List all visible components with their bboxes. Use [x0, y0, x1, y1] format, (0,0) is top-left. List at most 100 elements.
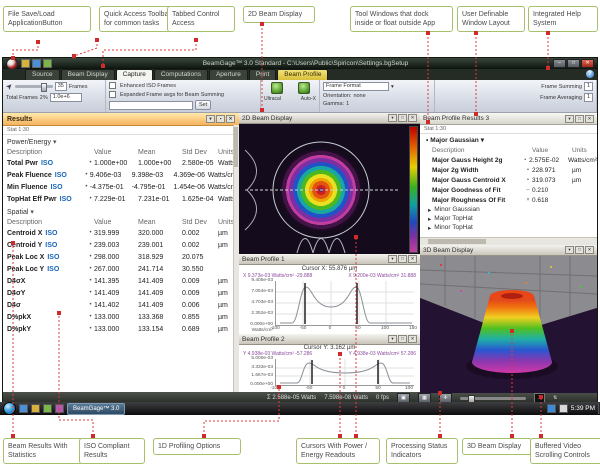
- enhanced-iso-checkbox[interactable]: [109, 82, 116, 89]
- table-row[interactable]: Centroid YISO • 239.003 239.001 0.002 µm: [3, 239, 239, 251]
- ribbon-tab[interactable]: Aperture: [209, 69, 248, 80]
- comment-field[interactable]: [109, 101, 193, 110]
- frame-format-combo[interactable]: Frame Format: [323, 82, 389, 91]
- row-bullet-icon[interactable]: •: [87, 196, 94, 202]
- collapsed-section[interactable]: ▸ Minor TopHat: [420, 223, 597, 232]
- table-row[interactable]: Centroid XISO • 319.999 320.000 0.002 µm: [3, 227, 239, 239]
- minimize-button[interactable]: –: [553, 59, 566, 68]
- row-bullet-icon[interactable]: •: [83, 172, 90, 178]
- frames-spinner[interactable]: 35: [55, 82, 67, 91]
- row-bullet-icon[interactable]: •: [87, 278, 94, 284]
- window-maximize-icon[interactable]: □: [398, 335, 407, 343]
- window-menu-icon[interactable]: ▾: [565, 115, 574, 123]
- set-button[interactable]: Set: [195, 100, 211, 110]
- window-close-icon[interactable]: ✕: [408, 114, 417, 122]
- window-menu-icon[interactable]: ▾: [388, 335, 397, 343]
- ribbon-tab[interactable]: Capture: [116, 69, 153, 80]
- results3-header[interactable]: Beam Profile Results 3 ▾ □ ✕: [420, 113, 597, 125]
- row-bullet-icon[interactable]: •: [87, 290, 94, 296]
- panel-pin-icon[interactable]: ▪: [216, 115, 225, 123]
- table-row[interactable]: Major Gauss Height 2g • 2.575E-02 Watts/…: [420, 155, 597, 165]
- profile2-titlebar[interactable]: Beam Profile 2 ▾ □ ✕: [239, 334, 420, 345]
- window-menu-icon[interactable]: ▾: [388, 255, 397, 263]
- window-close-icon[interactable]: ✕: [408, 335, 417, 343]
- 2d-beam-view[interactable]: [239, 124, 420, 255]
- auto-x-icon[interactable]: [298, 82, 310, 94]
- row-bullet-icon[interactable]: •: [87, 302, 94, 308]
- collapsed-section[interactable]: ▸ Minor Gaussian: [420, 205, 597, 214]
- panel-menu-icon[interactable]: ▾: [206, 115, 215, 123]
- quicklaunch-icon-1[interactable]: [19, 404, 28, 413]
- save-icon[interactable]: [21, 59, 30, 68]
- ribbon-tab[interactable]: Beam Display: [61, 69, 115, 80]
- row-bullet-icon[interactable]: •: [87, 160, 94, 166]
- close-button[interactable]: ✕: [581, 59, 594, 68]
- window-menu-icon[interactable]: ▾: [565, 246, 574, 254]
- table-row[interactable]: Peak FluenceISO • 9.406e-03 9.398e-03 4.…: [3, 169, 239, 181]
- quicklaunch-icon-3[interactable]: [43, 404, 52, 413]
- window-menu-icon[interactable]: ▾: [388, 114, 397, 122]
- spatial-section[interactable]: Spatial▾: [3, 205, 239, 217]
- tray-volume-icon[interactable]: [559, 404, 568, 413]
- total-frames-combo[interactable]: 1.0e+6: [50, 93, 82, 102]
- ribbon-tab[interactable]: Computations: [154, 69, 208, 80]
- power-energy-section[interactable]: Power/Energy▾: [3, 135, 239, 147]
- table-row[interactable]: Major Roughness Of Fit × 0.618: [420, 195, 597, 205]
- 2d-window-titlebar[interactable]: 2D Beam Display ▾ □ ✕: [239, 113, 420, 124]
- start-button[interactable]: [3, 402, 16, 415]
- major-gaussian-section[interactable]: • Major Gaussian ▾: [420, 134, 597, 145]
- table-row[interactable]: Total PwrISO • 1.000e+00 1.000e+00 2.580…: [3, 157, 239, 169]
- expanded-summing-checkbox[interactable]: [109, 91, 116, 98]
- maximize-button[interactable]: □: [567, 59, 580, 68]
- row-bullet-icon[interactable]: •: [87, 230, 94, 236]
- row-bullet-icon[interactable]: •: [87, 254, 94, 260]
- quicklaunch-icon-4[interactable]: [55, 404, 64, 413]
- window-maximize-icon[interactable]: □: [575, 115, 584, 123]
- table-row[interactable]: Peak Loc XISO • 298.000 318.929 20.075: [3, 251, 239, 263]
- application-button-icon[interactable]: [6, 58, 18, 70]
- 3d-window-titlebar[interactable]: 3D Beam Display ▾ □ ✕: [420, 245, 597, 256]
- window-close-icon[interactable]: ✕: [585, 115, 594, 123]
- frame-rate-slider[interactable]: [15, 85, 53, 88]
- window-maximize-icon[interactable]: □: [398, 255, 407, 263]
- table-row[interactable]: D4σ • 141.402 141.409 0.006 µm: [3, 299, 239, 311]
- window-maximize-icon[interactable]: □: [575, 246, 584, 254]
- table-row[interactable]: Major Goodness of Fit – 0.210: [420, 185, 597, 195]
- taskbar-app-button[interactable]: BeamGage™ 3.0: [67, 403, 125, 415]
- 3d-beam-view[interactable]: [420, 256, 597, 393]
- row-bullet-icon[interactable]: •: [87, 314, 94, 320]
- window-maximize-icon[interactable]: □: [398, 114, 407, 122]
- row-bullet-icon[interactable]: •: [87, 326, 94, 332]
- table-row[interactable]: Peak Loc YISO • 267.000 241.714 30.550: [3, 263, 239, 275]
- panel-close-icon[interactable]: ✕: [226, 115, 235, 123]
- profile1-chart[interactable]: Cursor X: 55.876 µm X 9.373e-03 Watts/cm…: [239, 265, 420, 335]
- profile2-chart[interactable]: Cursor Y: 3.162 µm Y 4.938e-03 Watts/cm²…: [239, 345, 420, 393]
- table-row[interactable]: Major Gauss Centroid X • 319.073 µm: [420, 175, 597, 185]
- table-row[interactable]: D4σY • 141.409 141.409 0.009 µm: [3, 287, 239, 299]
- gamma-value[interactable]: 1: [346, 101, 349, 107]
- table-row[interactable]: D%pkX • 133.000 133.368 0.855 µm: [3, 311, 239, 323]
- table-row[interactable]: Min FluenceISO • -4.375e-01 -4.795e-01 1…: [3, 181, 239, 193]
- frame-averaging-spinner[interactable]: 1: [584, 93, 593, 102]
- table-row[interactable]: D%pkY • 133.000 133.154 0.689 µm: [3, 323, 239, 335]
- frame-buffer-slider[interactable]: [460, 397, 526, 400]
- results3-stat-toolbar[interactable]: Stat 1:30: [420, 125, 597, 134]
- results3-scrollbar[interactable]: [420, 237, 597, 245]
- collapsed-section[interactable]: ▸ Major TopHat: [420, 214, 597, 223]
- ribbon-tab[interactable]: Beam Profile: [277, 69, 328, 80]
- orientation-value[interactable]: none: [353, 93, 365, 99]
- row-bullet-icon[interactable]: •: [83, 184, 90, 190]
- print-icon[interactable]: [43, 59, 52, 68]
- open-icon[interactable]: [32, 59, 41, 68]
- frame-summing-spinner[interactable]: 1: [584, 82, 593, 91]
- tray-network-icon[interactable]: [547, 404, 556, 413]
- row-bullet-icon[interactable]: •: [87, 266, 94, 272]
- table-row[interactable]: Major 2g Width • 228.971 µm: [420, 165, 597, 175]
- help-icon[interactable]: ?: [586, 70, 594, 78]
- ribbon-tab[interactable]: Source: [25, 69, 60, 80]
- ultracal-icon[interactable]: [271, 82, 283, 94]
- window-close-icon[interactable]: ✕: [408, 255, 417, 263]
- quicklaunch-icon-2[interactable]: [31, 404, 40, 413]
- results-panel-header[interactable]: Results ▾ ▪ ✕: [3, 113, 239, 126]
- profile1-titlebar[interactable]: Beam Profile 1 ▾ □ ✕: [239, 254, 420, 265]
